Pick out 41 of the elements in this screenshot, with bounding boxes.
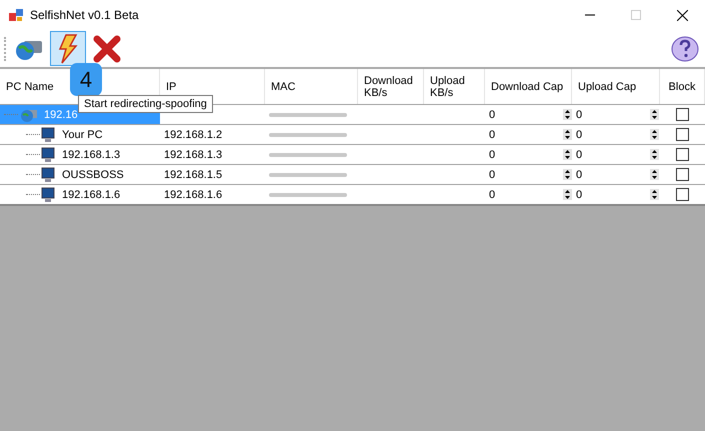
upload-cap-spinner[interactable]: 0 (576, 148, 659, 160)
download-cap-spinner[interactable]: 0 (489, 108, 572, 120)
column-header[interactable]: Upload KB/s (424, 69, 485, 104)
download-cap-spinner[interactable]: 0 (489, 128, 572, 140)
tree-node[interactable]: 192.168.1.6 (0, 185, 160, 204)
download-cap-spinner[interactable]: 0 (489, 188, 572, 200)
lightning-button[interactable] (50, 31, 86, 66)
network-icon (20, 108, 38, 122)
block-checkbox[interactable] (676, 168, 689, 181)
upload-cap-spinner[interactable]: 0 (576, 128, 659, 140)
column-header[interactable]: Download KB/s (358, 69, 424, 104)
close-icon[interactable] (677, 10, 688, 20)
block-checkbox[interactable] (676, 128, 689, 141)
block-checkbox[interactable] (676, 148, 689, 161)
table-cell-text: 192.168.1.2 (163, 128, 224, 142)
download-cap-spinner[interactable]: 0 (489, 148, 572, 160)
column-header[interactable]: Block (660, 69, 705, 104)
tooltip: Start redirecting-spoofing (78, 95, 213, 113)
table-cell-text: 192.168.1.3 (163, 148, 224, 162)
upload-cap-spinner[interactable]: 0 (576, 168, 659, 180)
step-badge: 4 (70, 63, 102, 96)
table-cell-text: 192.168.1.6 (163, 188, 224, 202)
computer-icon (40, 126, 56, 142)
window-title: SelfishNet v0.1 Beta (30, 8, 139, 22)
column-header[interactable]: Upload Cap (572, 69, 660, 104)
computer-icon (40, 146, 56, 162)
tree-node[interactable]: OUSSBOSS (0, 165, 160, 184)
upload-cap-spinner[interactable]: 0 (576, 108, 659, 120)
block-checkbox[interactable] (676, 188, 689, 201)
upload-cap-spinner[interactable]: 0 (576, 188, 659, 200)
tree-node[interactable]: 192.168.1.3 (0, 145, 160, 164)
column-header[interactable]: MAC (265, 69, 358, 104)
tree-node[interactable]: Your PC (0, 125, 160, 144)
table-cell-text: 192.168.1.5 (163, 168, 224, 182)
help-icon[interactable] (671, 36, 699, 62)
column-header[interactable]: Download Cap (485, 69, 572, 104)
computer-icon (40, 166, 56, 182)
app-icon (8, 7, 24, 23)
download-cap-spinner[interactable]: 0 (489, 168, 572, 180)
block-checkbox[interactable] (676, 108, 689, 121)
computer-icon (40, 186, 56, 202)
